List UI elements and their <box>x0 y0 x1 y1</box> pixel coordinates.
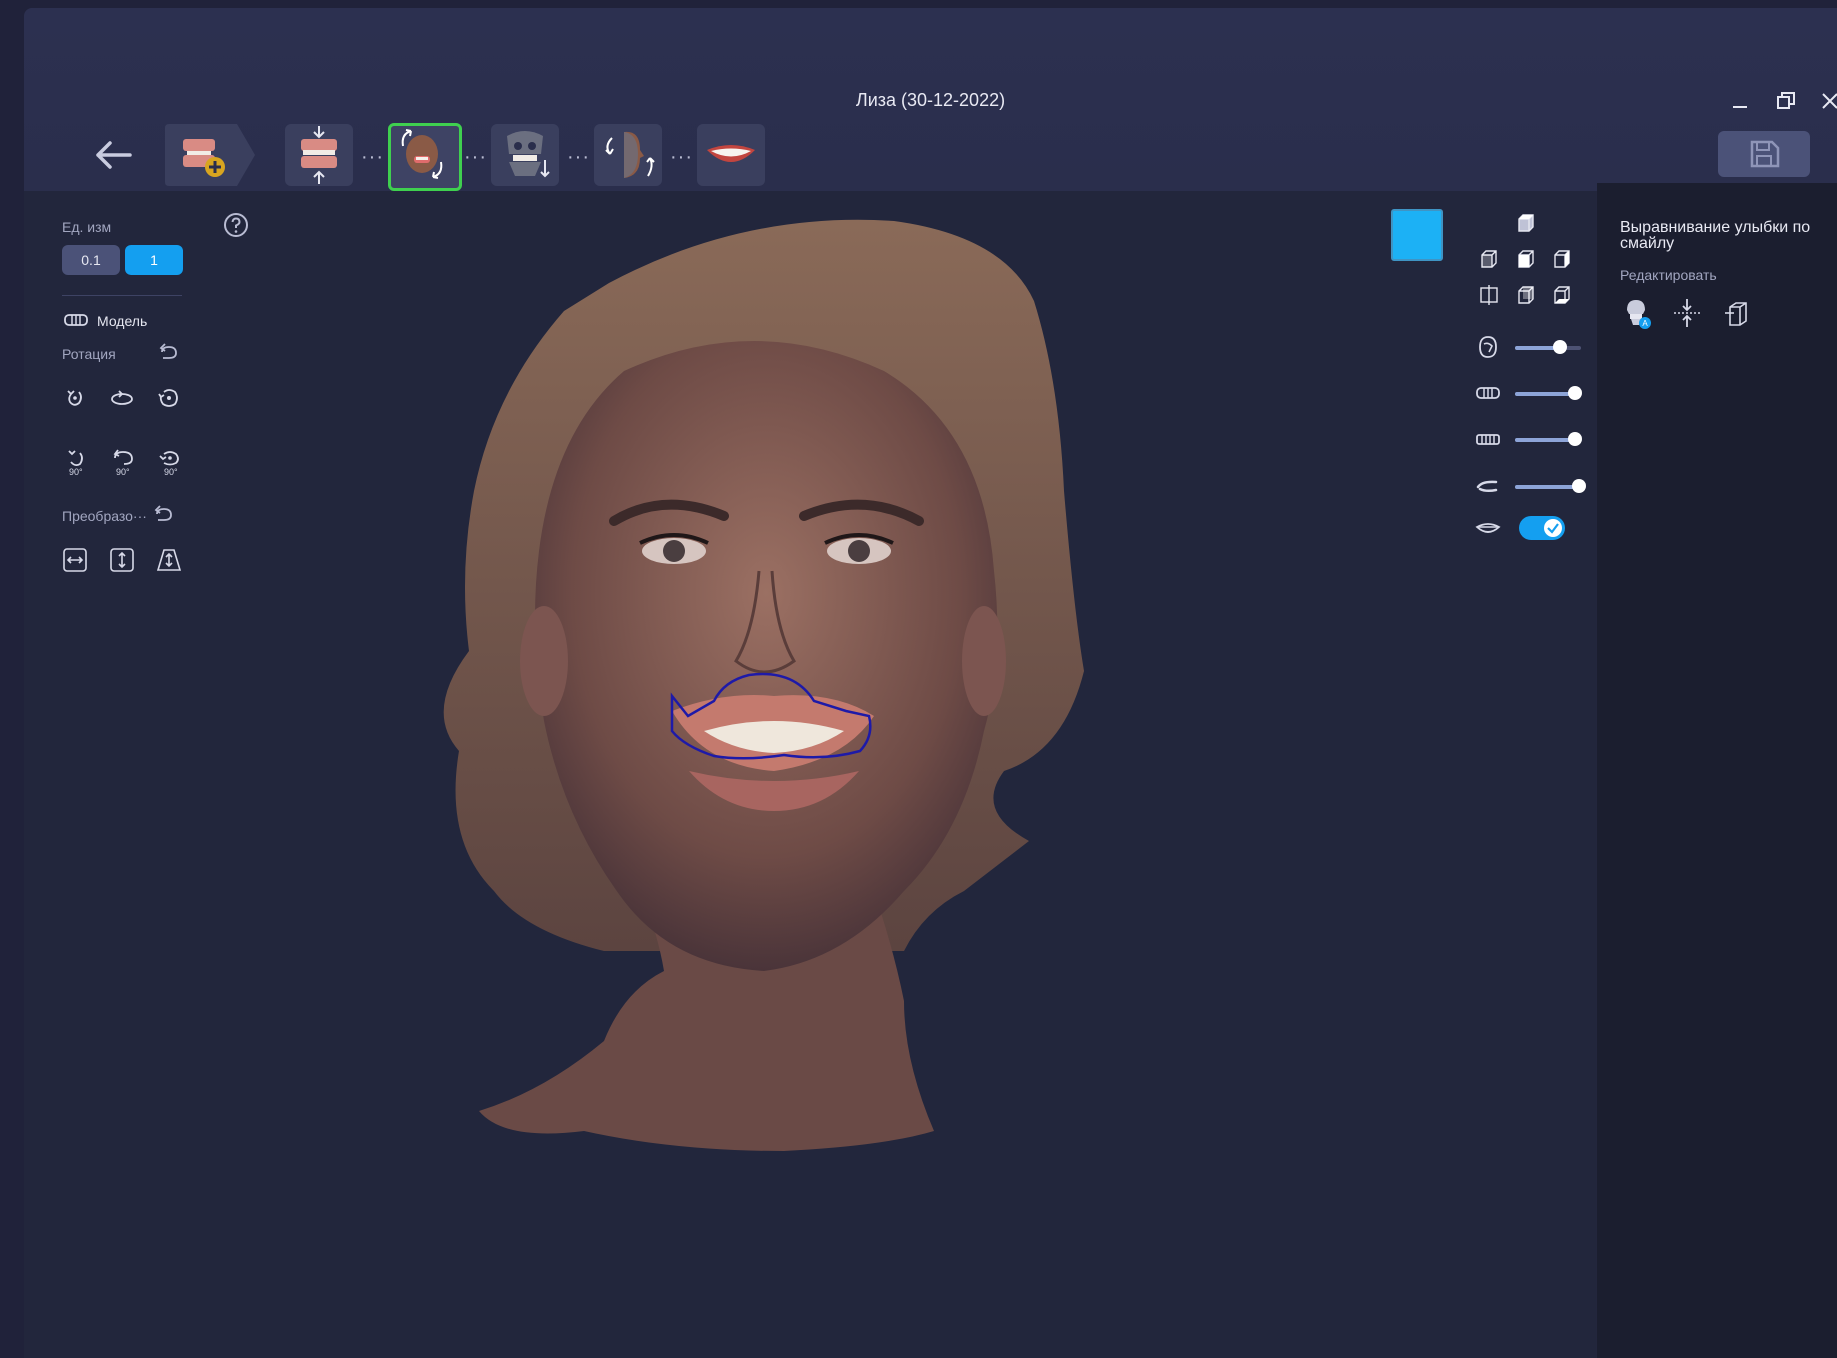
model-label: Модель <box>97 313 148 329</box>
step-smile-alignment[interactable] <box>388 123 462 191</box>
view-bottom-icon[interactable] <box>1549 282 1575 308</box>
toggle-knob <box>1544 519 1562 537</box>
viewport-3d[interactable] <box>24 191 1596 1358</box>
move-horizontal-icon[interactable] <box>62 547 88 573</box>
upper-jaw-opacity-slider[interactable] <box>1515 386 1582 400</box>
step-skull-jaw[interactable] <box>491 124 559 186</box>
rotation-label: Ротация <box>62 346 116 362</box>
app-window: Лиза (30-12-2022) ··· ··· ··· ··· <box>24 8 1837 1358</box>
divider <box>62 295 182 296</box>
rotate-x-90-icon[interactable]: 90° <box>62 448 92 480</box>
bite-alignment-icon <box>301 126 337 184</box>
view-split-icon[interactable] <box>1476 282 1502 308</box>
view-front-icon[interactable] <box>1513 246 1539 272</box>
align-midline-icon[interactable] <box>1670 296 1704 330</box>
lips-visibility-icon <box>1474 515 1502 541</box>
transform-label: Преобразо··· <box>62 508 147 524</box>
restore-icon[interactable] <box>1773 88 1799 114</box>
window-title: Лиза (30-12-2022) <box>855 90 1006 110</box>
auto-align-face-icon[interactable]: A <box>1619 296 1653 330</box>
jaw-model-icon <box>62 308 90 332</box>
view-left-icon[interactable] <box>1476 246 1502 272</box>
lower-jaw-opacity-slider[interactable] <box>1515 432 1582 446</box>
move-depth-icon[interactable] <box>156 547 182 573</box>
right-side-panel: Выравнивание улыбки по смайлу Редактиров… <box>1597 183 1837 1358</box>
title-bar: Лиза (30-12-2022) ··· ··· ··· ··· <box>24 8 1837 191</box>
step-separator: ··· <box>464 146 487 168</box>
face-profile-rotate-icon <box>605 131 655 178</box>
rotate-90-label: 90° <box>164 467 178 477</box>
step-face-profile[interactable] <box>594 124 662 186</box>
save-button[interactable] <box>1718 131 1810 177</box>
view-right-icon[interactable] <box>1549 246 1575 272</box>
view-back-icon[interactable] <box>1513 282 1539 308</box>
edit-label: Редактировать <box>1620 267 1717 283</box>
help-icon[interactable] <box>223 212 249 238</box>
face-scan-model[interactable] <box>24 191 1596 1358</box>
lips-toggle[interactable] <box>1519 516 1565 540</box>
close-icon[interactable] <box>1817 88 1837 114</box>
view-top-icon[interactable] <box>1513 210 1539 236</box>
rotate-z-icon[interactable] <box>156 385 182 411</box>
check-icon <box>1547 523 1559 534</box>
move-vertical-icon[interactable] <box>109 547 135 573</box>
face-visibility-icon <box>1475 334 1501 360</box>
lip-line-opacity-slider[interactable] <box>1515 479 1586 493</box>
step-bite-alignment[interactable] <box>285 124 353 186</box>
color-swatch[interactable] <box>1391 209 1443 261</box>
unit-option-0-1[interactable]: 0.1 <box>62 245 120 275</box>
rotate-x-icon[interactable] <box>62 385 88 411</box>
smile-alignment-icon <box>401 129 443 179</box>
lip-line-visibility-icon <box>1474 473 1502 499</box>
align-profile-icon[interactable] <box>1721 296 1755 330</box>
rotate-90-label: 90° <box>69 467 83 477</box>
back-arrow-icon[interactable] <box>90 135 136 175</box>
step-add-model[interactable] <box>165 124 260 186</box>
step-separator: ··· <box>361 146 384 168</box>
face-opacity-slider[interactable] <box>1515 340 1581 354</box>
step-separator: ··· <box>567 146 590 168</box>
rotate-z-90-icon[interactable]: 90° <box>156 448 186 480</box>
svg-text:A: A <box>1642 319 1648 328</box>
reset-transform-icon[interactable] <box>151 502 177 528</box>
save-icon <box>1750 140 1780 168</box>
panel-title: Выравнивание улыбки по смайлу <box>1620 219 1811 252</box>
units-label: Ед. изм <box>62 219 112 235</box>
rotate-y-90-icon[interactable]: 90° <box>109 448 139 480</box>
unit-option-1[interactable]: 1 <box>125 245 183 275</box>
step-smile[interactable] <box>697 124 765 186</box>
rotate-y-icon[interactable] <box>109 385 135 411</box>
upper-jaw-visibility-icon <box>1474 380 1502 406</box>
lower-jaw-visibility-icon <box>1474 427 1502 453</box>
minimize-icon[interactable] <box>1727 88 1753 114</box>
add-model-icon <box>165 124 255 186</box>
step-separator: ··· <box>670 146 693 168</box>
skull-jaw-icon <box>507 131 550 178</box>
reset-rotation-icon[interactable] <box>156 340 182 366</box>
smile-lips-icon <box>707 145 755 162</box>
rotate-90-label: 90° <box>116 467 130 477</box>
